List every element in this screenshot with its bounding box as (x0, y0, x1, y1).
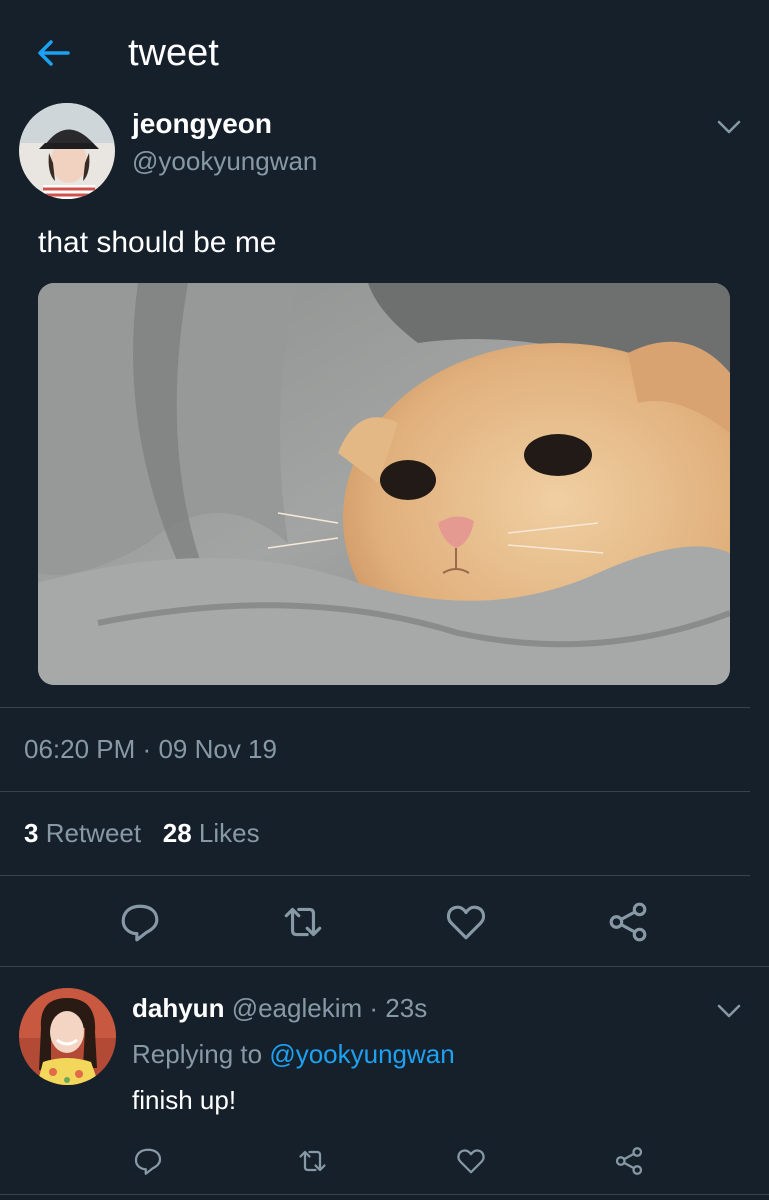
reply-header: dahyun @eaglekim · 23s (132, 993, 427, 1024)
tweet-image[interactable] (38, 283, 730, 685)
comment-icon[interactable] (119, 901, 161, 943)
author-name[interactable]: jeongyeon (132, 108, 272, 140)
reply-author-name[interactable]: dahyun (132, 993, 224, 1023)
share-icon[interactable] (607, 901, 649, 943)
tweet-time: 06:20 PM (24, 734, 136, 764)
author-handle[interactable]: @yookyungwan (132, 146, 317, 177)
retweet-count[interactable]: 3 (24, 818, 38, 848)
like-label[interactable]: Likes (199, 818, 260, 848)
engagement-stats: 3 Retweet 28 Likes (24, 818, 260, 849)
divider (0, 707, 750, 708)
heart-icon[interactable] (456, 1146, 486, 1176)
arrow-left-icon[interactable] (34, 33, 74, 73)
reply-separator: · (369, 993, 379, 1023)
replying-to: Replying to @yookyungwan (132, 1039, 455, 1070)
page-title: tweet (128, 32, 219, 74)
like-count[interactable]: 28 (163, 818, 192, 848)
tweet-date: 09 Nov 19 (158, 734, 277, 764)
reply-author-handle[interactable]: @eaglekim (232, 993, 362, 1023)
divider (0, 966, 769, 967)
heart-icon[interactable] (445, 901, 487, 943)
share-icon[interactable] (614, 1146, 644, 1176)
divider (0, 791, 750, 792)
chevron-down-icon[interactable] (714, 996, 744, 1026)
avatar[interactable] (19, 988, 116, 1085)
top-bar: tweet (0, 0, 769, 100)
retweet-icon[interactable] (280, 901, 326, 943)
divider (0, 875, 750, 876)
chevron-down-icon[interactable] (714, 112, 744, 142)
replying-prefix: Replying to (132, 1039, 263, 1069)
retweet-label[interactable]: Retweet (46, 818, 141, 848)
tweet-text: that should be me (38, 226, 277, 259)
divider (0, 1194, 769, 1195)
retweet-icon[interactable] (296, 1146, 329, 1176)
avatar[interactable] (19, 103, 115, 199)
replying-handle-link[interactable]: @yookyungwan (269, 1039, 454, 1069)
tweet-timestamp: 06:20 PM · 09 Nov 19 (24, 734, 277, 765)
timestamp-separator: · (142, 734, 152, 764)
reply-age: 23s (385, 993, 428, 1023)
reply-text: finish up! (132, 1085, 237, 1115)
comment-icon[interactable] (133, 1146, 163, 1176)
